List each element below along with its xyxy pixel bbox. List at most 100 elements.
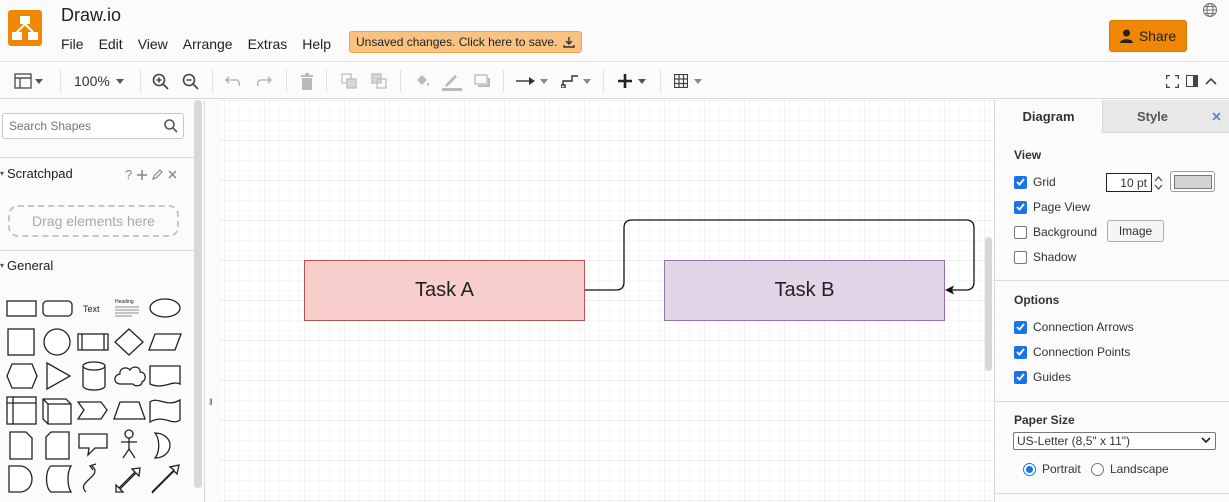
shape-or[interactable] — [153, 432, 171, 459]
shape-hexagon[interactable] — [6, 363, 38, 389]
shape-trapezoid[interactable] — [113, 401, 146, 420]
shape-square[interactable] — [7, 328, 35, 356]
app-title[interactable]: Draw.io — [61, 5, 121, 26]
unsaved-changes-label: Unsaved changes. Click here to save. — [356, 35, 558, 49]
grid-checkbox[interactable]: Grid — [1014, 175, 1056, 189]
page-view-checkbox[interactable]: Page View — [1014, 200, 1090, 214]
search-icon[interactable] — [164, 119, 178, 133]
shape-arrow[interactable] — [151, 464, 180, 494]
menu-view[interactable]: View — [138, 36, 168, 53]
redo-button[interactable] — [255, 71, 272, 91]
help-icon[interactable]: ? — [125, 167, 132, 182]
shape-cube[interactable] — [42, 398, 72, 425]
checkbox-icon — [1014, 320, 1027, 334]
connection-arrows-checkbox[interactable]: Connection Arrows — [1014, 320, 1134, 334]
fill-color-button[interactable] — [414, 71, 431, 91]
shape-diamond[interactable] — [114, 328, 144, 356]
share-button[interactable]: Share — [1109, 20, 1187, 52]
node-task-a[interactable]: Task A — [304, 260, 585, 321]
tab-diagram[interactable]: Diagram — [995, 100, 1102, 133]
fullscreen-button[interactable] — [1166, 71, 1179, 91]
menu-file[interactable]: File — [61, 36, 84, 53]
shape-curve[interactable] — [82, 463, 97, 493]
line-color-button[interactable] — [442, 71, 462, 91]
canvas-scrollbar[interactable] — [985, 237, 992, 371]
shape-parallelogram[interactable] — [148, 333, 182, 351]
grid-color-swatch — [1173, 174, 1212, 189]
panel-layout-dropdown[interactable] — [14, 71, 43, 91]
to-back-button[interactable] — [371, 71, 388, 91]
menu-extras[interactable]: Extras — [248, 36, 288, 53]
radio-icon — [1023, 462, 1036, 476]
shape-card[interactable] — [45, 431, 70, 460]
connection-points-checkbox[interactable]: Connection Points — [1014, 345, 1130, 359]
shape-delay[interactable] — [8, 465, 33, 493]
node-task-b[interactable]: Task B — [664, 260, 945, 321]
zoom-out-button[interactable] — [182, 71, 199, 91]
diagram-canvas[interactable]: Task A Task B — [219, 100, 994, 502]
menu-edit[interactable]: Edit — [99, 36, 123, 53]
shape-internal-storage[interactable] — [6, 396, 37, 425]
grid-label: Grid — [1033, 175, 1056, 189]
shape-actor[interactable] — [121, 429, 137, 459]
scratchpad-header[interactable]: ▾ Scratchpad — [0, 166, 73, 181]
grid-color-button[interactable] — [1170, 171, 1215, 192]
guides-checkbox[interactable]: Guides — [1014, 370, 1071, 384]
shape-process[interactable] — [77, 333, 109, 351]
shape-triangle[interactable] — [46, 361, 72, 391]
edit-icon[interactable] — [152, 169, 164, 180]
delete-button[interactable] — [300, 71, 314, 91]
shape-cylinder[interactable] — [82, 361, 106, 391]
close-icon[interactable] — [168, 170, 177, 179]
tab-style[interactable]: Style — [1102, 100, 1202, 133]
globe-icon[interactable] — [1202, 2, 1218, 18]
sidebar-scrollbar[interactable] — [194, 100, 202, 488]
shape-step[interactable] — [76, 401, 108, 420]
drawio-logo-icon[interactable] — [8, 10, 42, 46]
zoom-in-button[interactable] — [152, 71, 169, 91]
collapse-toolbar-button[interactable] — [1205, 71, 1217, 91]
shape-cloud[interactable] — [114, 366, 146, 387]
general-section-header[interactable]: ▾ General — [0, 258, 53, 273]
plus-icon — [618, 74, 632, 88]
menu-help[interactable]: Help — [302, 36, 331, 53]
waypoints-dropdown[interactable] — [561, 71, 591, 91]
shape-document[interactable] — [149, 365, 181, 387]
shape-text[interactable]: Text — [83, 304, 100, 314]
background-image-button[interactable]: Image — [1107, 220, 1164, 242]
shape-rounded-rectangle[interactable] — [42, 300, 73, 317]
to-front-button[interactable] — [341, 71, 358, 91]
shadow-checkbox[interactable]: Shadow — [1014, 250, 1076, 264]
format-panel-toggle[interactable] — [1186, 71, 1198, 91]
zoom-dropdown[interactable]: 100% — [74, 71, 124, 91]
shape-circle[interactable] — [43, 328, 71, 356]
shape-callout[interactable] — [78, 433, 108, 457]
grid-size-stepper[interactable] — [1153, 173, 1164, 192]
undo-button[interactable] — [225, 71, 242, 91]
scratchpad-dropzone[interactable]: Drag elements here — [8, 205, 179, 237]
search-input[interactable] — [3, 114, 153, 138]
shape-rectangle[interactable] — [6, 300, 37, 317]
unsaved-changes-button[interactable]: Unsaved changes. Click here to save. — [349, 31, 583, 53]
sidebar-splitter-handle[interactable]: ‖ — [209, 397, 213, 407]
background-checkbox[interactable]: Background — [1014, 225, 1097, 239]
landscape-radio[interactable]: Landscape — [1091, 462, 1169, 476]
menu-arrange[interactable]: Arrange — [183, 36, 233, 53]
table-dropdown[interactable] — [674, 71, 702, 91]
shape-data-storage[interactable] — [45, 465, 73, 493]
search-shapes-field[interactable] — [2, 113, 184, 139]
close-panel-button[interactable] — [1202, 100, 1229, 133]
paper-size-select[interactable]: US-Letter (8,5" x 11") — [1013, 432, 1216, 450]
shadow-label: Shadow — [1033, 250, 1077, 264]
add-icon[interactable] — [137, 169, 148, 180]
insert-dropdown[interactable] — [618, 71, 646, 91]
shape-bidirectional-arrow[interactable] — [115, 467, 141, 493]
grid-size-input[interactable]: 10 pt — [1106, 173, 1152, 192]
connection-style-dropdown[interactable] — [516, 71, 548, 91]
shape-ellipse[interactable] — [149, 298, 181, 318]
shape-textbox[interactable]: Heading — [115, 299, 139, 317]
shadow-button[interactable] — [474, 71, 491, 91]
shape-tape[interactable] — [149, 398, 181, 424]
portrait-radio[interactable]: Portrait — [1023, 462, 1081, 476]
shape-note[interactable] — [9, 431, 33, 460]
